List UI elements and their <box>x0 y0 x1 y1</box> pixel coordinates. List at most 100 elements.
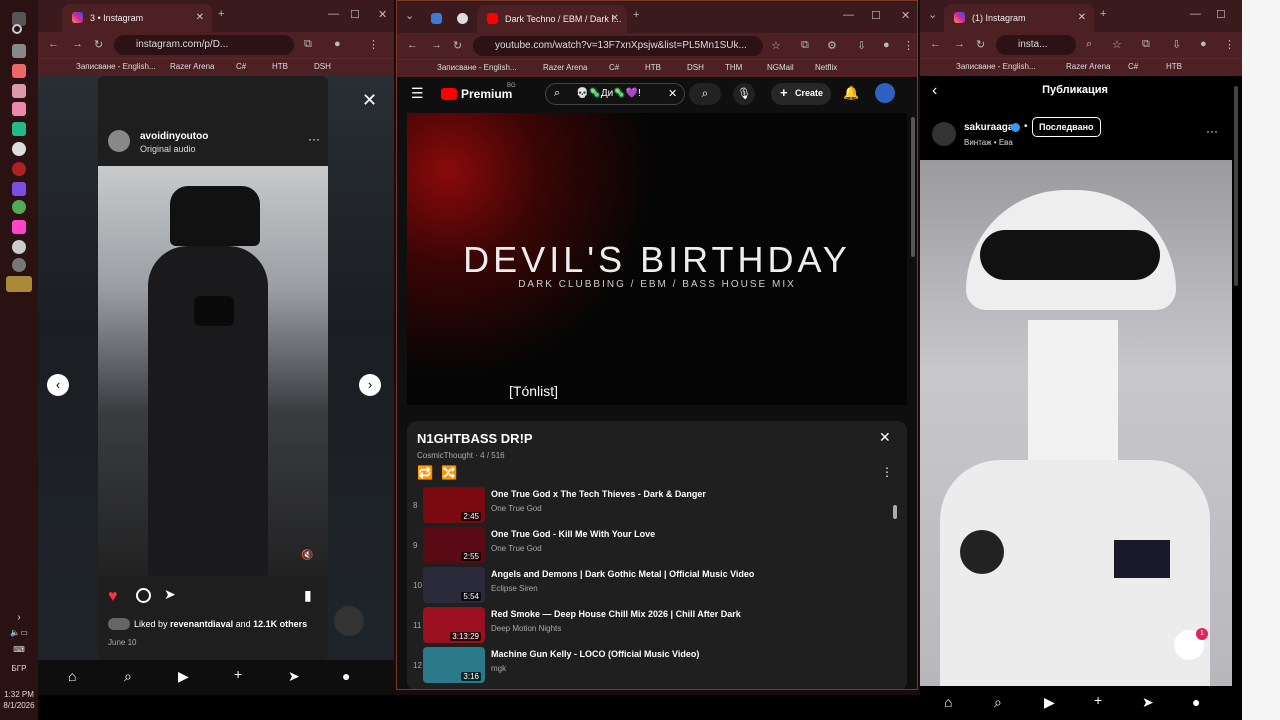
downloads-icon[interactable]: ⇩ <box>1172 38 1181 51</box>
playlist-scrollbar[interactable] <box>893 505 897 519</box>
bookmark-item[interactable]: C# <box>609 63 619 72</box>
reel-video[interactable]: 🔇 <box>98 166 328 576</box>
bookmark-item[interactable]: THM <box>725 63 742 72</box>
mute-icon[interactable]: 🔇 <box>301 550 313 561</box>
likes-others[interactable]: 12.1K others <box>253 619 307 629</box>
chrome-icon-2[interactable] <box>12 200 26 214</box>
forward-icon[interactable]: → <box>954 38 965 50</box>
menu-icon[interactable]: ⋮ <box>1224 38 1235 51</box>
task-view-icon[interactable] <box>12 44 26 58</box>
messages-icon[interactable]: ➤ <box>288 668 300 685</box>
reload-icon[interactable]: ↻ <box>453 39 462 52</box>
search-icon[interactable] <box>12 24 22 34</box>
audio-label[interactable]: Original audio <box>140 144 196 154</box>
active-chrome-icon[interactable] <box>6 276 32 292</box>
clear-search-icon[interactable]: ✕ <box>668 87 677 100</box>
url-field[interactable]: insta... <box>996 35 1076 55</box>
shuffle-icon[interactable]: 🔀 <box>441 465 457 481</box>
create-button[interactable]: + Create <box>771 83 831 105</box>
create-icon[interactable]: + <box>234 666 242 682</box>
tab-instagram[interactable]: 3 • Instagram ✕ <box>62 4 212 32</box>
item-channel[interactable]: Deep Motion Nights <box>491 624 561 633</box>
tab-search-icon[interactable]: ⌄ <box>928 8 937 21</box>
maximize-icon[interactable]: ☐ <box>350 8 360 21</box>
search-box[interactable]: ⌕ 💀🦠Ди🦠💜! ✕ <box>545 83 685 105</box>
bookmark-item[interactable]: Razer Arena <box>1066 62 1110 71</box>
close-tab-icon[interactable]: ✕ <box>1078 12 1086 23</box>
reload-icon[interactable]: ↻ <box>94 38 103 51</box>
playlist-item[interactable]: 11 3:13:29 Red Smoke — Deep House Chill … <box>407 605 907 645</box>
video-player[interactable]: DEVIL'S BIRTHDAY DARK CLUBBING / EBM / B… <box>407 113 907 405</box>
yt-logo-text[interactable]: Premium <box>461 87 512 101</box>
close-window-icon[interactable]: ✕ <box>901 9 910 22</box>
create-icon[interactable]: + <box>1094 692 1102 708</box>
item-thumbnail[interactable]: 2:55 <box>423 527 485 563</box>
hamburger-icon[interactable]: ☰ <box>411 85 424 102</box>
profile-icon[interactable]: ● <box>1192 694 1200 710</box>
chevron-right-icon[interactable]: › <box>359 374 381 396</box>
star-icon[interactable]: ☆ <box>771 39 781 52</box>
close-playlist-icon[interactable]: ✕ <box>879 429 891 446</box>
app-icon-2[interactable] <box>12 84 26 98</box>
page-scrollbar[interactable] <box>1234 86 1238 286</box>
onenote-icon[interactable] <box>12 182 26 196</box>
more-icon[interactable]: ⋮ <box>881 465 893 479</box>
bookmark-item[interactable]: НТВ <box>645 63 661 72</box>
avatar[interactable] <box>875 83 895 103</box>
bookmark-item[interactable]: Записване - English... <box>956 62 1036 71</box>
more-icon[interactable]: ··· <box>308 132 320 146</box>
messages-fab[interactable] <box>334 606 364 636</box>
url-field[interactable]: instagram.com/p/D... <box>114 35 294 55</box>
minimize-icon[interactable]: — <box>328 8 339 20</box>
forward-icon[interactable]: → <box>431 39 442 51</box>
post-location[interactable]: Винтаж • Ева <box>964 138 1013 147</box>
comment-icon[interactable] <box>136 588 151 603</box>
playlist-item[interactable]: 8 2:45 One True God x The Tech Thieves -… <box>407 485 907 525</box>
messages-icon[interactable]: ➤ <box>1142 694 1154 711</box>
loop-icon[interactable]: 🔁 <box>417 465 433 481</box>
bell-icon[interactable]: 🔔 <box>843 85 859 101</box>
downloads-icon[interactable]: ⇩ <box>857 39 866 52</box>
reels-icon[interactable]: ▶ <box>178 668 189 685</box>
chevron-left-icon[interactable]: ‹ <box>47 374 69 396</box>
back-icon[interactable]: ← <box>930 38 941 50</box>
minimize-icon[interactable]: — <box>1190 8 1201 20</box>
bookmark-item[interactable]: Razer Arena <box>170 62 214 71</box>
tab-search-icon[interactable]: ⌄ <box>405 9 414 22</box>
bookmark-item[interactable]: C# <box>236 62 246 71</box>
reels-icon[interactable]: ▶ <box>1044 694 1055 711</box>
profile-icon[interactable]: ● <box>883 39 890 51</box>
search-button[interactable]: ⌕ <box>689 83 721 105</box>
app-icon-1[interactable] <box>12 64 26 78</box>
username[interactable]: sakuraaga <box>964 122 1013 133</box>
new-tab-icon[interactable]: + <box>218 8 224 20</box>
url-field[interactable]: youtube.com/watch?v=13F7xnXpsjw&list=PL5… <box>473 36 763 56</box>
close-tab-icon[interactable]: ✕ <box>611 13 619 24</box>
zoom-icon[interactable]: ⌕ <box>1086 38 1092 51</box>
keyboard-icon[interactable]: ⌨ <box>0 645 38 654</box>
avatar[interactable] <box>108 130 130 152</box>
likes-text[interactable]: Liked by revenantdiaval and 12.1K others <box>134 619 307 629</box>
bookmark-item[interactable]: DSH <box>687 63 704 72</box>
likes-user[interactable]: revenantdiaval <box>170 619 233 629</box>
search-input[interactable]: 💀🦠Ди🦠💜! <box>576 88 641 99</box>
item-thumbnail[interactable]: 2:45 <box>423 487 485 523</box>
microphone-icon[interactable]: 🎙 <box>733 83 755 105</box>
bookmark-item[interactable]: Netflix <box>815 63 837 72</box>
maximize-icon[interactable]: ☐ <box>1216 8 1226 21</box>
item-thumbnail[interactable]: 3:16 <box>423 647 485 683</box>
chrome-icon[interactable] <box>12 142 26 156</box>
following-button[interactable]: Последвано <box>1032 117 1101 137</box>
app-icon-4[interactable] <box>12 162 26 176</box>
item-title[interactable]: One True God - Kill Me With Your Love <box>491 529 655 539</box>
item-channel[interactable]: mgk <box>491 664 506 673</box>
back-icon[interactable]: ← <box>407 39 418 51</box>
item-thumbnail[interactable]: 5:54 <box>423 567 485 603</box>
playlist-owner[interactable]: CosmicThought <box>417 451 473 460</box>
bookmark-item[interactable]: C# <box>1128 62 1138 71</box>
extensions-icon[interactable]: ⧉ <box>1142 38 1150 51</box>
volume-icon[interactable]: 🔈▭ <box>0 628 38 637</box>
send-icon[interactable]: ➤ <box>164 586 176 603</box>
item-channel[interactable]: One True God <box>491 504 542 513</box>
menu-icon[interactable]: ⋮ <box>903 39 914 52</box>
